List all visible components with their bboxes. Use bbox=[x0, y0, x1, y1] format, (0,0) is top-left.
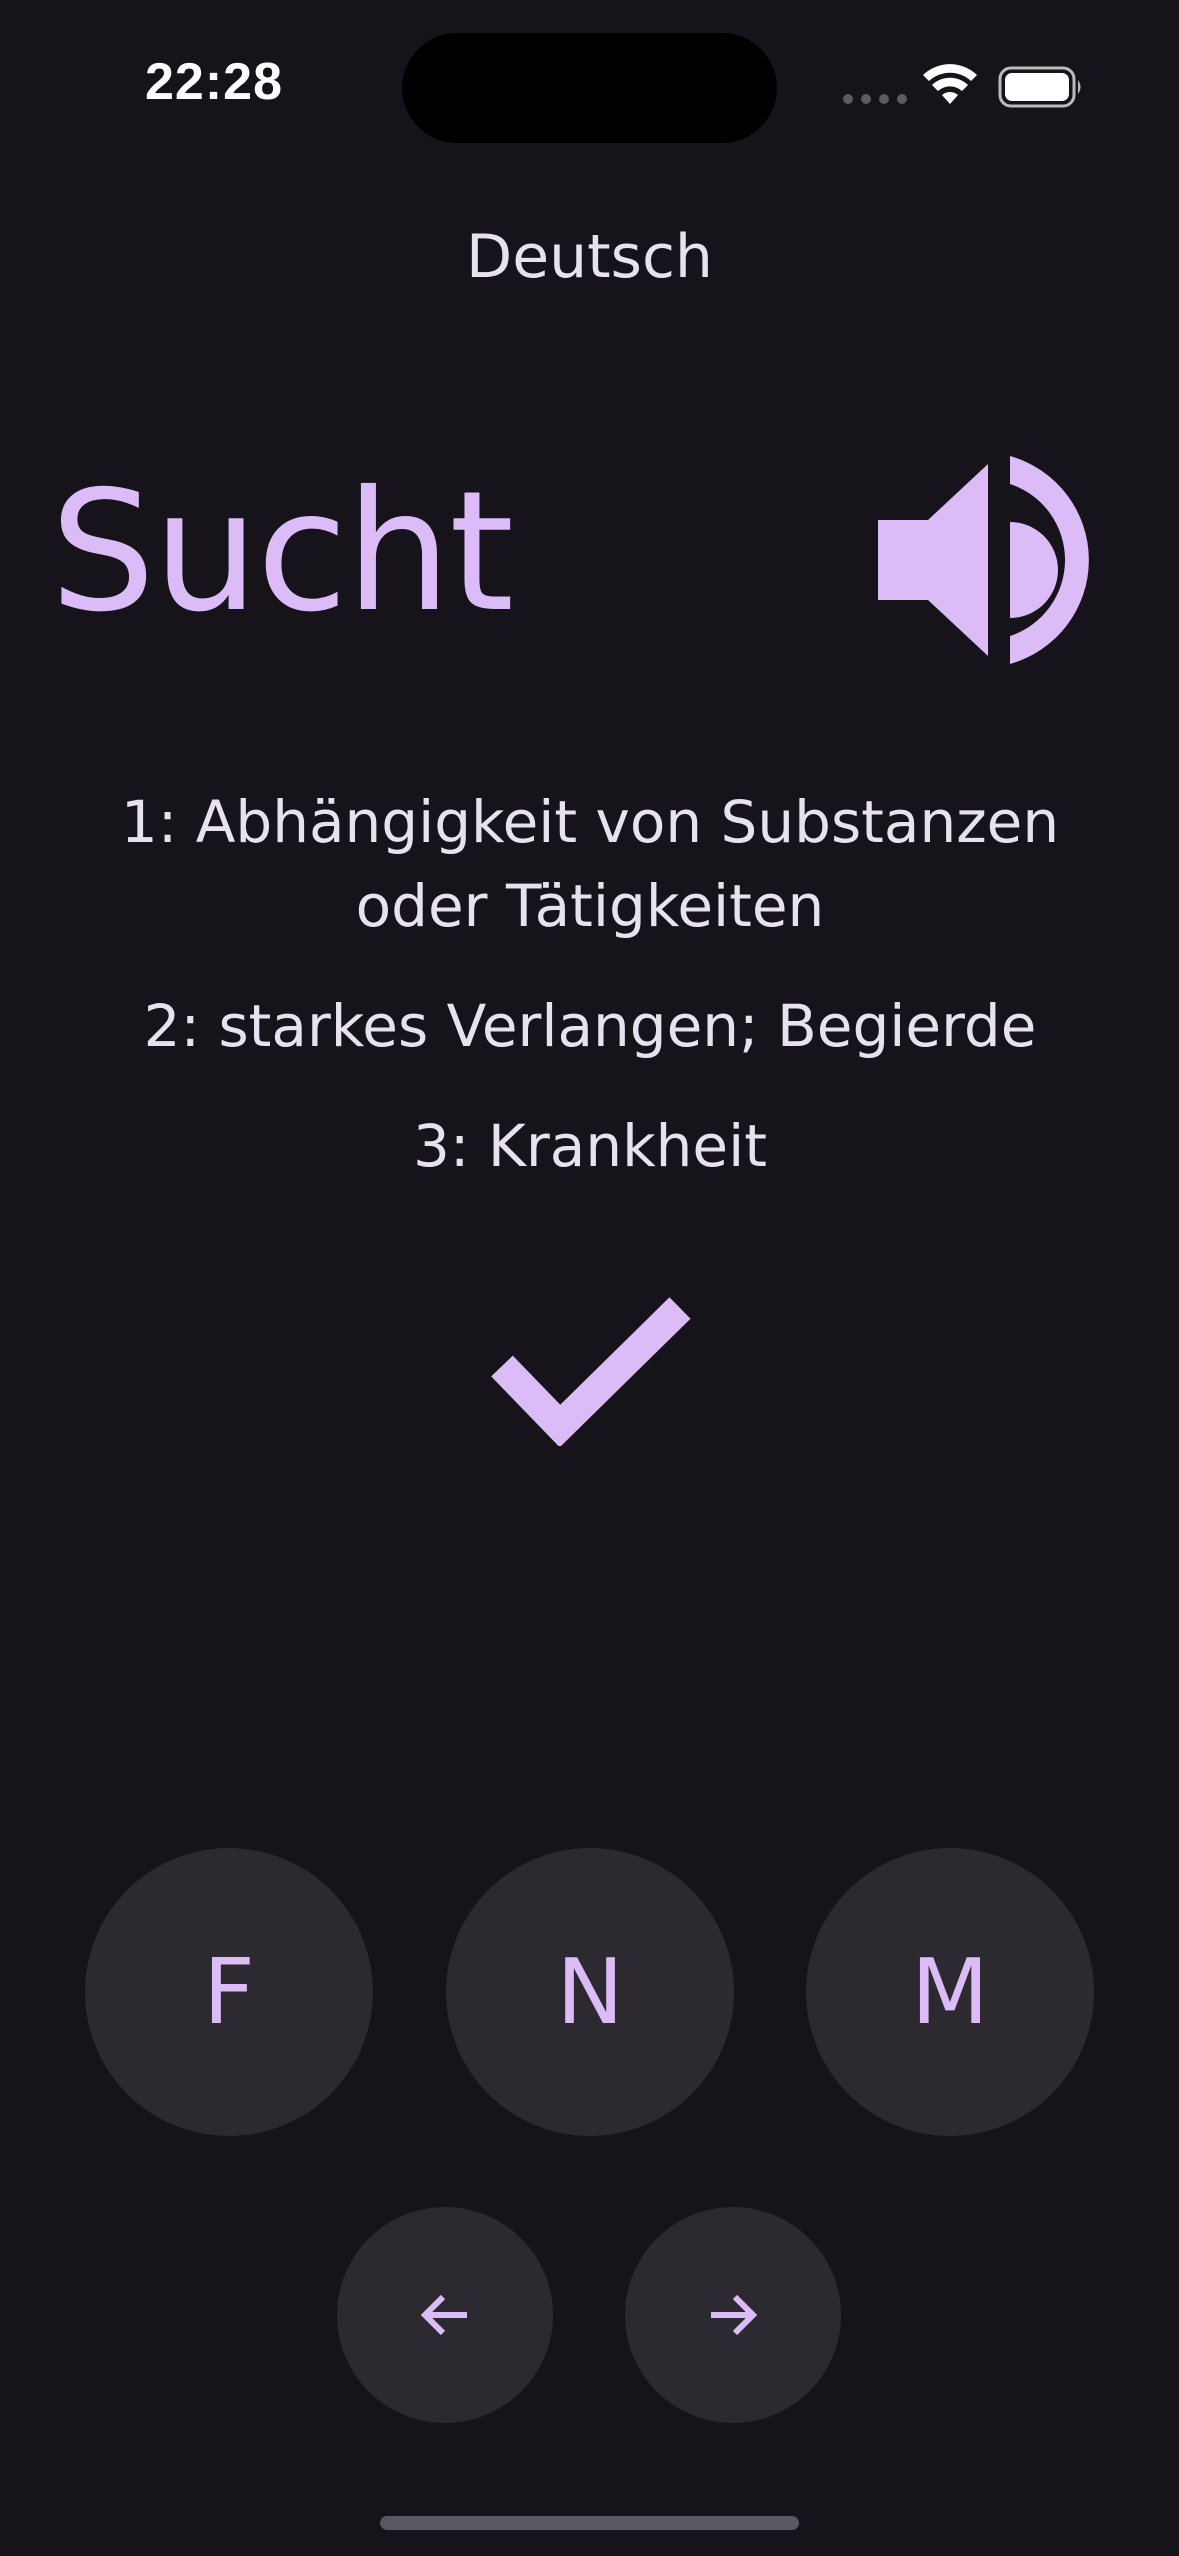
check-icon[interactable] bbox=[488, 1296, 692, 1446]
play-audio-button[interactable] bbox=[870, 450, 1100, 670]
previous-button[interactable] bbox=[337, 2207, 553, 2423]
definition-item: 1: Abhängigkeit von Substanzen oder Täti… bbox=[120, 788, 1060, 940]
definitions-list: 1: Abhängigkeit von Substanzen oder Täti… bbox=[110, 780, 1070, 1224]
status-bar: 22:28 bbox=[0, 0, 1179, 150]
next-button[interactable] bbox=[625, 2207, 841, 2423]
wifi-icon bbox=[923, 64, 977, 104]
battery-icon bbox=[998, 66, 1081, 108]
cellular-signal-icon bbox=[843, 94, 907, 104]
gender-neuter-button[interactable]: N bbox=[446, 1848, 734, 2136]
home-indicator[interactable] bbox=[380, 2516, 799, 2530]
dynamic-island bbox=[402, 33, 777, 143]
vocabulary-word: Sucht bbox=[50, 456, 514, 649]
definition-item: 3: Krankheit bbox=[413, 1112, 767, 1180]
gender-feminine-button[interactable]: F bbox=[85, 1848, 373, 2136]
speaker-icon bbox=[878, 456, 1089, 664]
definition-item: 2: starkes Verlangen; Begierde bbox=[143, 992, 1037, 1060]
status-time: 22:28 bbox=[145, 53, 283, 111]
arrow-right-icon bbox=[711, 2294, 758, 2336]
arrow-left-icon bbox=[420, 2294, 467, 2336]
page-title: Deutsch bbox=[466, 222, 713, 292]
gender-masculine-button[interactable]: M bbox=[806, 1848, 1094, 2136]
